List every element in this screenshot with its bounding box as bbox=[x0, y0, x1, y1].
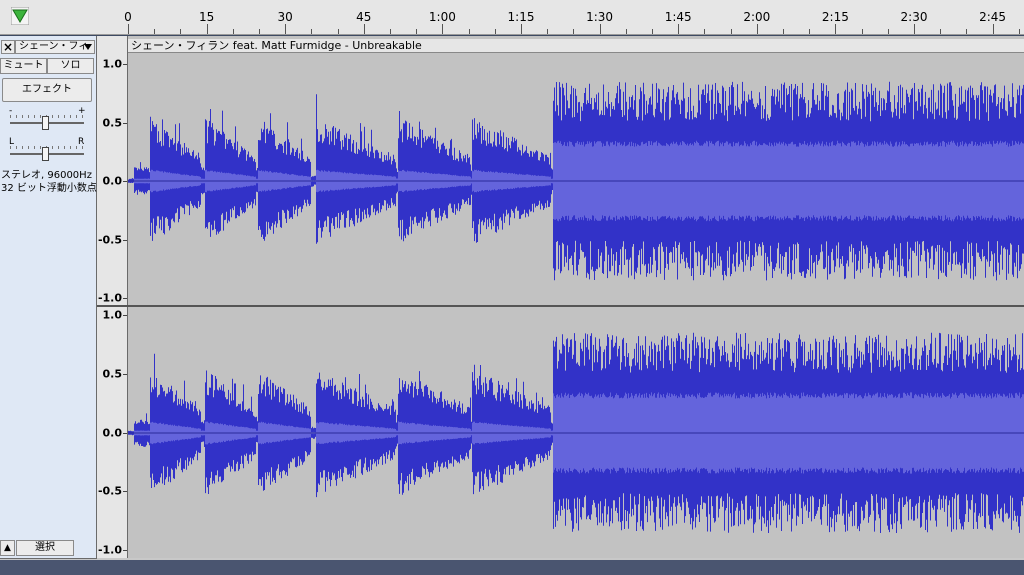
time-tick bbox=[442, 24, 444, 34]
time-tick bbox=[206, 24, 208, 34]
collapse-track-button[interactable]: ▲ bbox=[0, 540, 15, 556]
scale-tick bbox=[123, 181, 127, 182]
track-name-menu[interactable]: シェーン・フィ bbox=[15, 40, 95, 54]
scale-label: -1.0 bbox=[97, 291, 122, 305]
time-ruler: 0 15 30 45 1:00 1:15 1:30 1:45 2:00 2:15 2:30 2:45 bbox=[0, 0, 1024, 34]
time-tick bbox=[521, 24, 522, 34]
scale-tick bbox=[123, 550, 127, 551]
time-minor-tick bbox=[416, 29, 418, 34]
time-tick-label: 45 bbox=[356, 10, 372, 24]
time-minor-tick bbox=[573, 29, 575, 34]
time-minor-tick bbox=[547, 29, 549, 34]
time-tick-label: 1:00 bbox=[428, 10, 456, 24]
time-tick bbox=[678, 24, 680, 34]
time-minor-tick bbox=[154, 29, 156, 34]
time-minor-tick bbox=[390, 29, 391, 34]
time-minor-tick bbox=[704, 29, 706, 34]
time-tick bbox=[128, 24, 129, 34]
scale-label: 1.0 bbox=[102, 57, 123, 71]
time-minor-tick bbox=[730, 29, 732, 34]
time-tick-label: 1:15 bbox=[507, 10, 535, 24]
audio-track: × シェーン・フィ ミュート ソロ エフェクト - + L R ステレオ, 96… bbox=[0, 36, 1024, 560]
scale-label: -0.5 bbox=[97, 484, 122, 498]
clip-title-bar[interactable]: シェーン・フィラン feat. Matt Furmidge - Unbreaka… bbox=[128, 39, 1024, 53]
select-button[interactable]: 選択 bbox=[16, 540, 74, 556]
scale-tick bbox=[123, 373, 127, 375]
time-tick bbox=[599, 24, 601, 34]
scale-tick bbox=[123, 298, 127, 299]
time-minor-tick bbox=[887, 29, 889, 34]
time-tick bbox=[992, 24, 994, 34]
time-tick-label: 2:00 bbox=[743, 10, 771, 24]
scale-tick bbox=[123, 122, 127, 124]
time-minor-tick bbox=[468, 29, 470, 34]
time-minor-tick bbox=[809, 29, 811, 34]
scale-label: -0.5 bbox=[97, 233, 122, 246]
time-minor-tick bbox=[311, 29, 313, 34]
time-minor-tick bbox=[861, 29, 863, 34]
scale-tick bbox=[123, 64, 127, 65]
gain-slider-thumb[interactable] bbox=[42, 116, 49, 130]
scale-tick bbox=[123, 239, 127, 241]
time-tick bbox=[914, 24, 915, 34]
time-minor-tick bbox=[259, 29, 260, 34]
time-tick-label: 1:45 bbox=[664, 10, 692, 24]
channel-divider bbox=[97, 305, 1024, 307]
scale-tick bbox=[123, 432, 127, 434]
waveform-area[interactable]: シェーン・フィラン feat. Matt Furmidge - Unbreaka… bbox=[128, 36, 1024, 558]
scale-label: 0.5 bbox=[102, 116, 123, 129]
chevron-down-icon bbox=[84, 44, 92, 50]
scale-label: 0.0 bbox=[102, 174, 123, 188]
scale-label: -1.0 bbox=[97, 543, 122, 557]
track-name-label: シェーン・フィ bbox=[19, 41, 89, 52]
time-tick-label: 30 bbox=[277, 10, 293, 24]
effects-button[interactable]: エフェクト bbox=[2, 78, 92, 102]
time-minor-tick bbox=[232, 29, 234, 34]
time-tick-label: 15 bbox=[198, 10, 215, 24]
clip-title: シェーン・フィラン feat. Matt Furmidge - Unbreaka… bbox=[131, 39, 422, 52]
scale-label: 1.0 bbox=[102, 308, 123, 322]
time-tick-label: 0 bbox=[124, 10, 132, 24]
time-minor-tick bbox=[1018, 29, 1020, 34]
scale-label: 0.0 bbox=[102, 426, 123, 439]
time-minor-tick bbox=[940, 29, 942, 34]
track-bitdepth-info: 32 ビット浮動小数点数 bbox=[1, 183, 107, 194]
scale-tick bbox=[123, 491, 127, 493]
time-tick bbox=[285, 24, 287, 34]
amplitude-scale[interactable]: 1.0 0.5 0.0 -0.5 -1.0 1.0 0.5 0.0 -0.5 -1.0 bbox=[97, 36, 128, 558]
pan-slider-thumb[interactable] bbox=[42, 147, 49, 161]
time-tick-label: 1:30 bbox=[586, 10, 614, 24]
time-minor-tick bbox=[337, 29, 339, 34]
time-minor-tick bbox=[652, 29, 653, 34]
scale-tick bbox=[123, 315, 127, 316]
time-minor-tick bbox=[494, 29, 496, 34]
track-control-panel: × シェーン・フィ ミュート ソロ エフェクト - + L R ステレオ, 96… bbox=[0, 36, 107, 559]
mute-button[interactable]: ミュート bbox=[0, 58, 47, 74]
timeline-ruler[interactable]: 0 15 30 45 1:00 1:15 1:30 1:45 2:00 2:15 2:30 2:45 bbox=[0, 0, 1024, 35]
time-tick bbox=[756, 24, 758, 34]
time-minor-tick bbox=[180, 29, 182, 34]
waveform bbox=[128, 81, 1024, 533]
time-minor-tick bbox=[783, 29, 784, 34]
time-tick-label: 2:30 bbox=[900, 10, 928, 24]
time-tick-label: 2:15 bbox=[821, 10, 849, 24]
solo-button[interactable]: ソロ bbox=[47, 58, 94, 74]
close-track-button[interactable]: × bbox=[1, 40, 15, 54]
time-tick-label: 2:45 bbox=[979, 10, 1007, 24]
time-minor-tick bbox=[966, 29, 968, 34]
time-tick bbox=[363, 24, 365, 34]
bottom-bar bbox=[0, 560, 1024, 575]
time-tick bbox=[835, 24, 837, 34]
scale-label: 0.5 bbox=[102, 367, 123, 381]
time-minor-tick bbox=[625, 29, 627, 34]
